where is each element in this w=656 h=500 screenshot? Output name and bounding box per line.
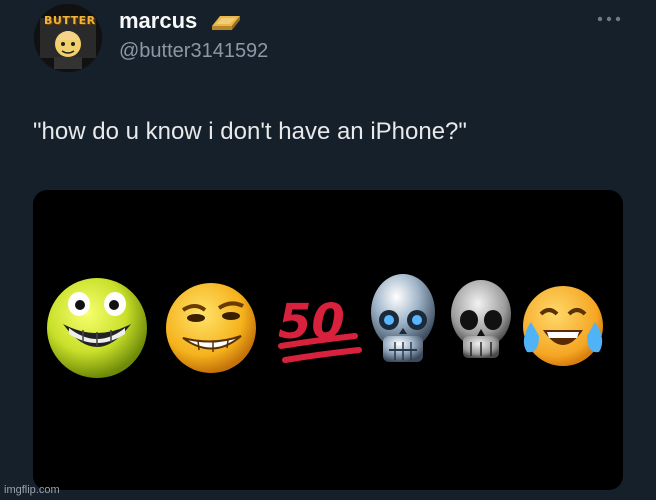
- chrome-skull-icon: [371, 274, 435, 362]
- tweet-text: "how do u know i don't have an iPhone?": [33, 118, 467, 145]
- skull-icon: [451, 280, 511, 358]
- hundred-points-icon: 50: [278, 294, 362, 363]
- display-name[interactable]: marcus: [119, 8, 197, 34]
- gold-bar-icon: [212, 16, 240, 30]
- media-image[interactable]: 50: [33, 190, 623, 490]
- avatar[interactable]: BUTTER: [34, 4, 102, 72]
- smirking-face-icon: [166, 283, 256, 373]
- watermark: imgflip.com: [4, 484, 60, 496]
- more-options-icon[interactable]: [596, 14, 622, 24]
- tears-of-joy-icon: [523, 286, 603, 366]
- avatar-text: BUTTER: [44, 14, 96, 27]
- user-handle[interactable]: @butter3141592: [119, 40, 268, 63]
- grinning-face-icon: [47, 278, 147, 378]
- emoji-strip: 50: [47, 274, 603, 378]
